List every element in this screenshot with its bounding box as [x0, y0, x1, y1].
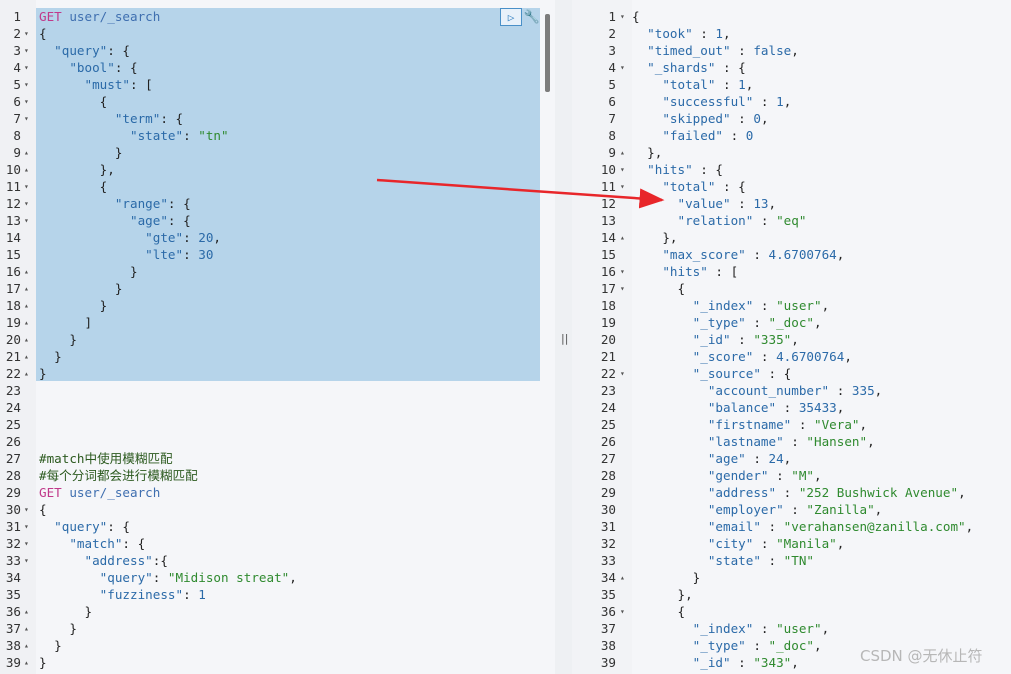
annotation-arrow [376, 178, 665, 209]
watermark: CSDN @无休止符 [860, 647, 983, 665]
